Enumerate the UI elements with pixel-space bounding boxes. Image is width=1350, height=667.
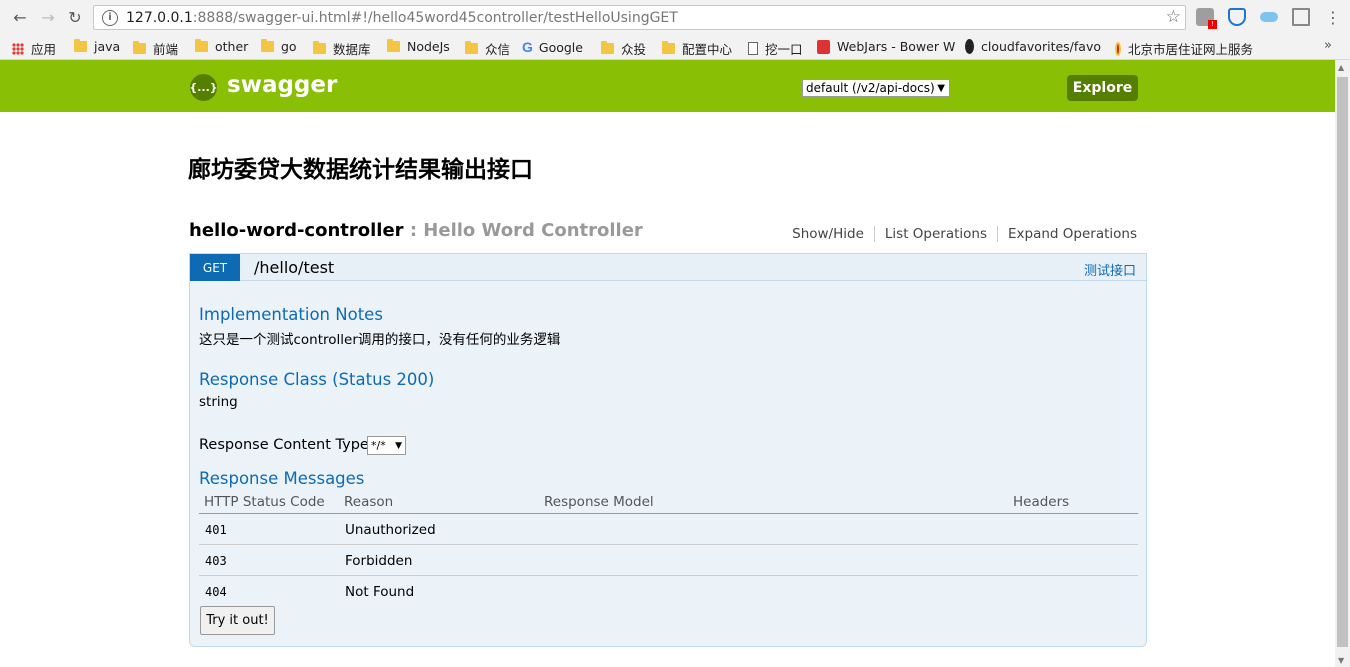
resource-description: Hello Word Controller bbox=[423, 220, 643, 241]
implementation-notes-heading: Implementation Notes bbox=[199, 305, 383, 324]
folder-icon bbox=[601, 41, 614, 54]
bookmark-beijing-residence[interactable]: 北京市居住证网上服务 bbox=[1115, 39, 1253, 58]
cloud-extension-icon[interactable] bbox=[1260, 12, 1278, 22]
apps-icon bbox=[12, 42, 24, 55]
show-hide-link[interactable]: Show/Hide bbox=[792, 226, 864, 242]
api-title: 廊坊委贷大数据统计结果输出接口 bbox=[188, 157, 533, 183]
bookmark-webjars[interactable]: WebJars - Bower W bbox=[817, 39, 955, 54]
google-icon: G bbox=[522, 39, 533, 55]
status-code: 403 bbox=[205, 554, 227, 568]
bookmark-folder-database[interactable]: 数据库 bbox=[313, 39, 371, 58]
bookmark-folder-zhongtou[interactable]: 众投 bbox=[601, 39, 646, 58]
dropdown-arrow-icon: ▼ bbox=[395, 440, 402, 451]
header-reason: Reason bbox=[344, 494, 394, 510]
reader-extension-icon[interactable] bbox=[1292, 8, 1310, 26]
bookmark-wayikou[interactable]: 挖一口 bbox=[748, 39, 803, 58]
bookmark-folder-config-center[interactable]: 配置中心 bbox=[662, 39, 732, 58]
webjars-icon bbox=[817, 39, 830, 54]
folder-icon bbox=[74, 39, 87, 52]
status-reason: Not Found bbox=[345, 584, 415, 600]
forward-arrow-icon[interactable]: → bbox=[38, 7, 58, 27]
link-divider bbox=[997, 226, 998, 242]
bookmark-google[interactable]: G Google bbox=[522, 39, 583, 55]
list-operations-link[interactable]: List Operations bbox=[885, 226, 987, 242]
resource-heading: hello-word-controller : Hello Word Contr… bbox=[189, 220, 1137, 246]
response-content-type-label: Response Content Type bbox=[199, 437, 369, 453]
response-messages-table: HTTP Status Code Reason Response Model H… bbox=[199, 492, 1138, 607]
page-icon bbox=[748, 42, 758, 55]
folder-icon bbox=[195, 39, 208, 52]
implementation-notes-text: 这只是一个测试controller调用的接口，没有任何的业务逻辑 bbox=[199, 332, 561, 348]
scrollbar-thumb[interactable] bbox=[1337, 77, 1348, 647]
emblem-icon bbox=[1115, 41, 1121, 56]
response-content-type-select[interactable]: */* ▼ bbox=[367, 436, 406, 455]
status-code: 404 bbox=[205, 585, 227, 599]
operation-header[interactable]: GET /hello/test 测试接口 bbox=[189, 253, 1147, 281]
site-info-icon[interactable]: i bbox=[102, 9, 118, 26]
resource-name[interactable]: hello-word-controller bbox=[189, 220, 404, 241]
folder-icon bbox=[662, 41, 675, 54]
table-header: HTTP Status Code Reason Response Model H… bbox=[199, 492, 1138, 514]
response-messages-heading: Response Messages bbox=[199, 469, 365, 488]
dropdown-arrow-icon: ▼ bbox=[937, 82, 945, 94]
spec-select[interactable]: default (/v2/api-docs) ▼ bbox=[802, 79, 950, 97]
url-host: 127.0.0.1 bbox=[126, 9, 193, 26]
bookmark-folder-frontend[interactable]: 前端 bbox=[133, 39, 178, 58]
header-headers: Headers bbox=[1013, 494, 1070, 510]
resource-separator: : bbox=[403, 220, 424, 241]
http-method-badge[interactable]: GET bbox=[190, 254, 240, 281]
shield-extension-icon[interactable] bbox=[1228, 8, 1246, 26]
folder-icon bbox=[387, 39, 400, 52]
bookmark-cloudfavorites[interactable]: cloudfavorites/favo bbox=[965, 39, 1101, 54]
folder-icon bbox=[261, 39, 274, 52]
bookmark-apps[interactable]: 应用 bbox=[12, 39, 56, 58]
response-class-heading: Response Class (Status 200) bbox=[199, 370, 435, 389]
folder-icon bbox=[465, 41, 478, 54]
address-bar[interactable]: i 127.0.0.1:8888/swagger-ui.html#!/hello… bbox=[93, 5, 1186, 30]
status-reason: Forbidden bbox=[345, 553, 413, 569]
folder-icon bbox=[313, 41, 326, 54]
table-row: 404 Not Found bbox=[199, 576, 1138, 607]
table-row: 401 Unauthorized bbox=[199, 514, 1138, 545]
swagger-brand[interactable]: swagger bbox=[227, 72, 337, 98]
bookmark-folder-zhongxin[interactable]: 众信 bbox=[465, 39, 510, 58]
try-it-out-button[interactable]: Try it out! bbox=[200, 606, 275, 635]
operation-summary[interactable]: 测试接口 bbox=[1084, 260, 1136, 279]
explore-button[interactable]: Explore bbox=[1067, 75, 1138, 101]
status-reason: Unauthorized bbox=[345, 522, 436, 538]
reload-icon[interactable]: ↻ bbox=[65, 7, 85, 27]
back-arrow-icon[interactable]: ← bbox=[10, 7, 30, 27]
swagger-header: {...} swagger default (/v2/api-docs) ▼ E… bbox=[0, 60, 1335, 112]
link-divider bbox=[873, 226, 875, 242]
operation-path[interactable]: /hello/test bbox=[254, 258, 334, 277]
table-row: 403 Forbidden bbox=[199, 545, 1138, 576]
extension-icon[interactable]: ! bbox=[1196, 8, 1217, 29]
swagger-logo-icon[interactable]: {...} bbox=[189, 74, 218, 101]
bookmark-folder-other[interactable]: other bbox=[195, 39, 248, 54]
folder-icon bbox=[133, 41, 146, 54]
header-status-code: HTTP Status Code bbox=[204, 494, 325, 510]
header-response-model: Response Model bbox=[544, 494, 654, 510]
more-bookmarks-icon[interactable]: » bbox=[1324, 38, 1332, 53]
status-code: 401 bbox=[205, 523, 227, 537]
bookmark-folder-nodejs[interactable]: NodeJs bbox=[387, 39, 450, 54]
url-path: :8888/swagger-ui.html#!/hello45word45con… bbox=[192, 9, 678, 26]
bookmark-folder-go[interactable]: go bbox=[261, 39, 297, 54]
browser-menu-icon[interactable]: ⋮ bbox=[1323, 7, 1343, 27]
browser-toolbar: ← → ↻ i 127.0.0.1:8888/swagger-ui.html#!… bbox=[0, 0, 1350, 35]
scroll-up-arrow-icon[interactable]: ▲ bbox=[1338, 63, 1344, 72]
bookmark-folder-java[interactable]: java bbox=[74, 39, 120, 54]
bookmark-star-icon[interactable]: ☆ bbox=[1166, 7, 1181, 27]
expand-operations-link[interactable]: Expand Operations bbox=[1008, 226, 1137, 242]
github-icon bbox=[965, 39, 974, 54]
page-scrollbar[interactable]: ▲ ▼ bbox=[1335, 60, 1350, 667]
bookmarks-bar: 应用 java 前端 other go 数据库 NodeJs 众信 G Googl… bbox=[0, 35, 1350, 60]
operation-details: Implementation Notes 这只是一个测试controller调用… bbox=[189, 281, 1147, 647]
response-class-value: string bbox=[199, 394, 238, 410]
resource-links: Show/Hide List Operations Expand Operati… bbox=[792, 226, 1137, 242]
scroll-down-arrow-icon[interactable]: ▼ bbox=[1338, 656, 1344, 665]
